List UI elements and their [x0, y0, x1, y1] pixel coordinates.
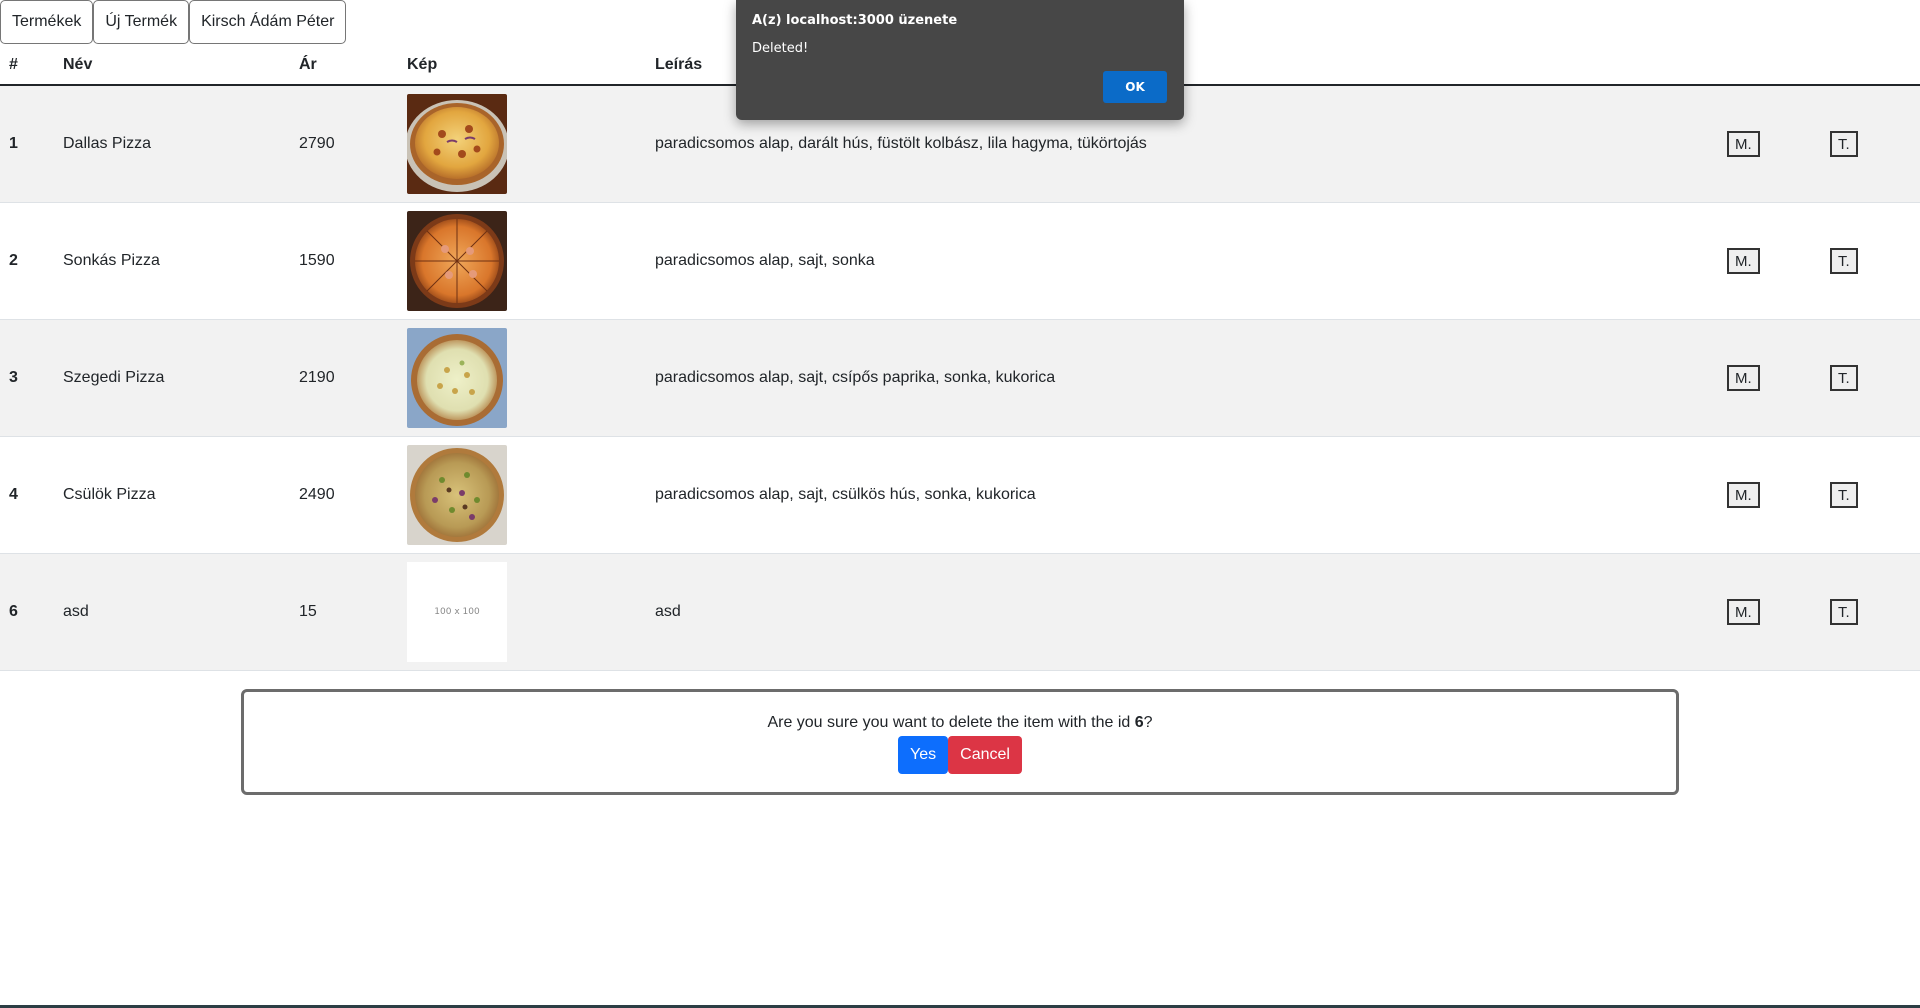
row-image-cell [398, 319, 646, 437]
confirm-message: Are you sure you want to delete the item… [244, 714, 1676, 732]
top-nav: Termékek Új Termék Kirsch Ádám Péter [0, 0, 347, 45]
row-name: Dallas Pizza [54, 85, 290, 203]
row-id: 2 [0, 202, 54, 320]
nav-new-product-button[interactable]: Új Termék [93, 0, 190, 44]
row-id: 6 [0, 553, 54, 671]
row-edit-cell: M. [1718, 553, 1821, 671]
row-edit-cell: M. [1718, 202, 1821, 320]
alert-ok-button[interactable]: OK [1103, 71, 1167, 103]
nav-products-button[interactable]: Termékek [0, 0, 94, 44]
row-description: asd [646, 553, 1718, 671]
row-delete-cell: T. [1821, 85, 1920, 203]
table-row: 3 Szegedi Pizza 2190 paradicsomos alap, … [0, 319, 1920, 437]
row-delete-cell: T. [1821, 553, 1920, 671]
pizza-image [407, 327, 507, 428]
yes-button[interactable]: Yes [898, 736, 949, 774]
edit-button[interactable]: M. [1727, 364, 1760, 391]
delete-button[interactable]: T. [1830, 247, 1858, 274]
confirm-text-before: Are you sure you want to delete the item… [767, 714, 1135, 731]
header-image: Kép [398, 45, 646, 86]
row-description: paradicsomos alap, sajt, csípős paprika,… [646, 319, 1718, 437]
confirm-text-after: ? [1143, 714, 1153, 731]
header-name: Név [54, 45, 290, 86]
row-image-cell [398, 436, 646, 554]
row-name: Sonkás Pizza [54, 202, 290, 320]
row-name: Csülök Pizza [54, 436, 290, 554]
header-price: Ár [290, 45, 398, 86]
confirm-actions: Yes Cancel [244, 736, 1676, 774]
header-id: # [0, 45, 54, 86]
row-name: asd [54, 553, 290, 671]
row-price: 1590 [290, 202, 398, 320]
alert-message: Deleted! [752, 41, 809, 56]
table-row: 4 Csülök Pizza 2490 paradicsomos alap, s… [0, 436, 1920, 554]
delete-button[interactable]: T. [1830, 481, 1858, 508]
row-price: 2790 [290, 85, 398, 203]
placeholder-image: 100 x 100 [407, 561, 507, 662]
table-row: 6 asd 15 100 x 100 asd M. T. [0, 553, 1920, 671]
delete-button[interactable]: T. [1830, 364, 1858, 391]
row-price: 2490 [290, 436, 398, 554]
row-delete-cell: T. [1821, 436, 1920, 554]
row-delete-cell: T. [1821, 202, 1920, 320]
edit-button[interactable]: M. [1727, 130, 1760, 157]
delete-button[interactable]: T. [1830, 598, 1858, 625]
edit-button[interactable]: M. [1727, 598, 1760, 625]
row-delete-cell: T. [1821, 319, 1920, 437]
header-delete [1821, 45, 1920, 86]
row-id: 4 [0, 436, 54, 554]
row-image-cell [398, 85, 646, 203]
row-edit-cell: M. [1718, 436, 1821, 554]
header-edit [1718, 45, 1821, 86]
row-edit-cell: M. [1718, 319, 1821, 437]
row-id: 3 [0, 319, 54, 437]
alert-title: A(z) localhost:3000 üzenete [752, 13, 958, 28]
row-id: 1 [0, 85, 54, 203]
row-image-cell [398, 202, 646, 320]
row-description: paradicsomos alap, sajt, sonka [646, 202, 1718, 320]
nav-user-button[interactable]: Kirsch Ádám Péter [189, 0, 347, 44]
edit-button[interactable]: M. [1727, 481, 1760, 508]
cancel-button[interactable]: Cancel [948, 736, 1022, 774]
row-price: 2190 [290, 319, 398, 437]
browser-alert-dialog: A(z) localhost:3000 üzenete Deleted! OK [736, 0, 1184, 120]
pizza-image [407, 444, 507, 545]
delete-confirm-box: Are you sure you want to delete the item… [241, 689, 1679, 795]
row-description: paradicsomos alap, sajt, csülkös hús, so… [646, 436, 1718, 554]
edit-button[interactable]: M. [1727, 247, 1760, 274]
row-edit-cell: M. [1718, 85, 1821, 203]
row-image-cell: 100 x 100 [398, 553, 646, 671]
pizza-image [407, 93, 507, 194]
delete-button[interactable]: T. [1830, 130, 1858, 157]
row-price: 15 [290, 553, 398, 671]
products-table: # Név Ár Kép Leírás 1 Dallas Pizza 2790 [0, 45, 1920, 671]
pizza-image [407, 210, 507, 311]
confirm-item-id: 6 [1134, 714, 1144, 731]
row-name: Szegedi Pizza [54, 319, 290, 437]
table-row: 2 Sonkás Pizza 1590 paradicsomos alap, s… [0, 202, 1920, 320]
